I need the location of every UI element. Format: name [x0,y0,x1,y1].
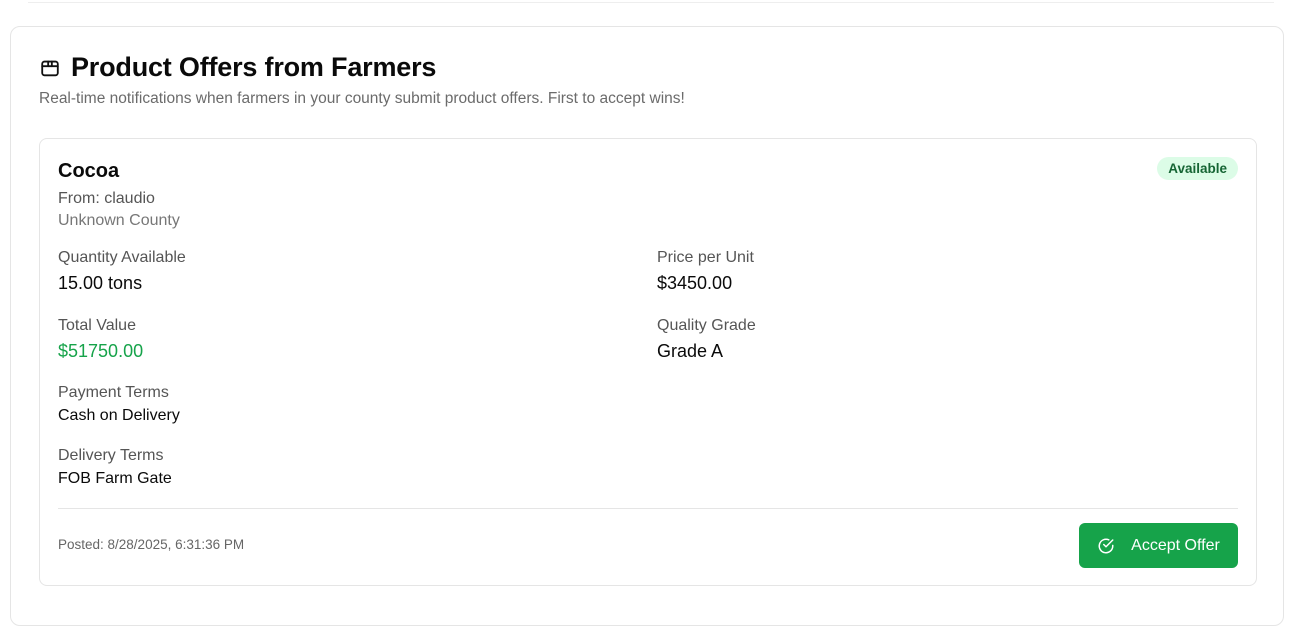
product-name: Cocoa [58,160,120,182]
package-icon [39,57,61,79]
payment-terms-value: Cash on Delivery [58,407,180,424]
quantity-label: Quantity Available [58,249,186,266]
page-subtitle: Real-time notifications when farmers in … [39,90,685,107]
price-value: $3450.00 [657,273,733,293]
status-badge: Available [1157,157,1238,180]
price-label: Price per Unit [657,249,754,266]
panel-header: Product Offers from Farmers [39,52,436,83]
total-field: Total Value $51750.00 [58,317,143,362]
accept-offer-label: Accept Offer [1131,536,1220,554]
payment-terms-label: Payment Terms [58,384,169,401]
quantity-value: 15.00 tons [58,273,143,293]
delivery-terms-field: Delivery Terms FOB Farm Gate [58,447,172,488]
product-offers-panel: Product Offers from Farmers Real-time no… [10,26,1284,626]
top-divider [28,0,1274,3]
delivery-terms-label: Delivery Terms [58,447,164,464]
payment-terms-field: Payment Terms Cash on Delivery [58,384,180,425]
total-label: Total Value [58,317,136,334]
offer-card: Cocoa Available From: claudio Unknown Co… [39,138,1257,586]
grade-label: Quality Grade [657,317,756,334]
posted-timestamp: Posted: 8/28/2025, 6:31:36 PM [58,537,245,552]
accept-offer-button[interactable]: Accept Offer [1079,523,1238,568]
farmer-name: From: claudio [58,190,155,207]
check-circle-icon [1097,537,1115,555]
grade-field: Quality Grade Grade A [657,317,756,362]
quantity-field: Quantity Available 15.00 tons [58,249,186,294]
grade-value: Grade A [657,341,724,361]
total-value: $51750.00 [58,341,144,361]
delivery-terms-value: FOB Farm Gate [58,470,172,487]
farmer-county: Unknown County [58,212,180,229]
price-field: Price per Unit $3450.00 [657,249,754,294]
card-divider [58,508,1238,509]
page-title: Product Offers from Farmers [71,52,437,82]
